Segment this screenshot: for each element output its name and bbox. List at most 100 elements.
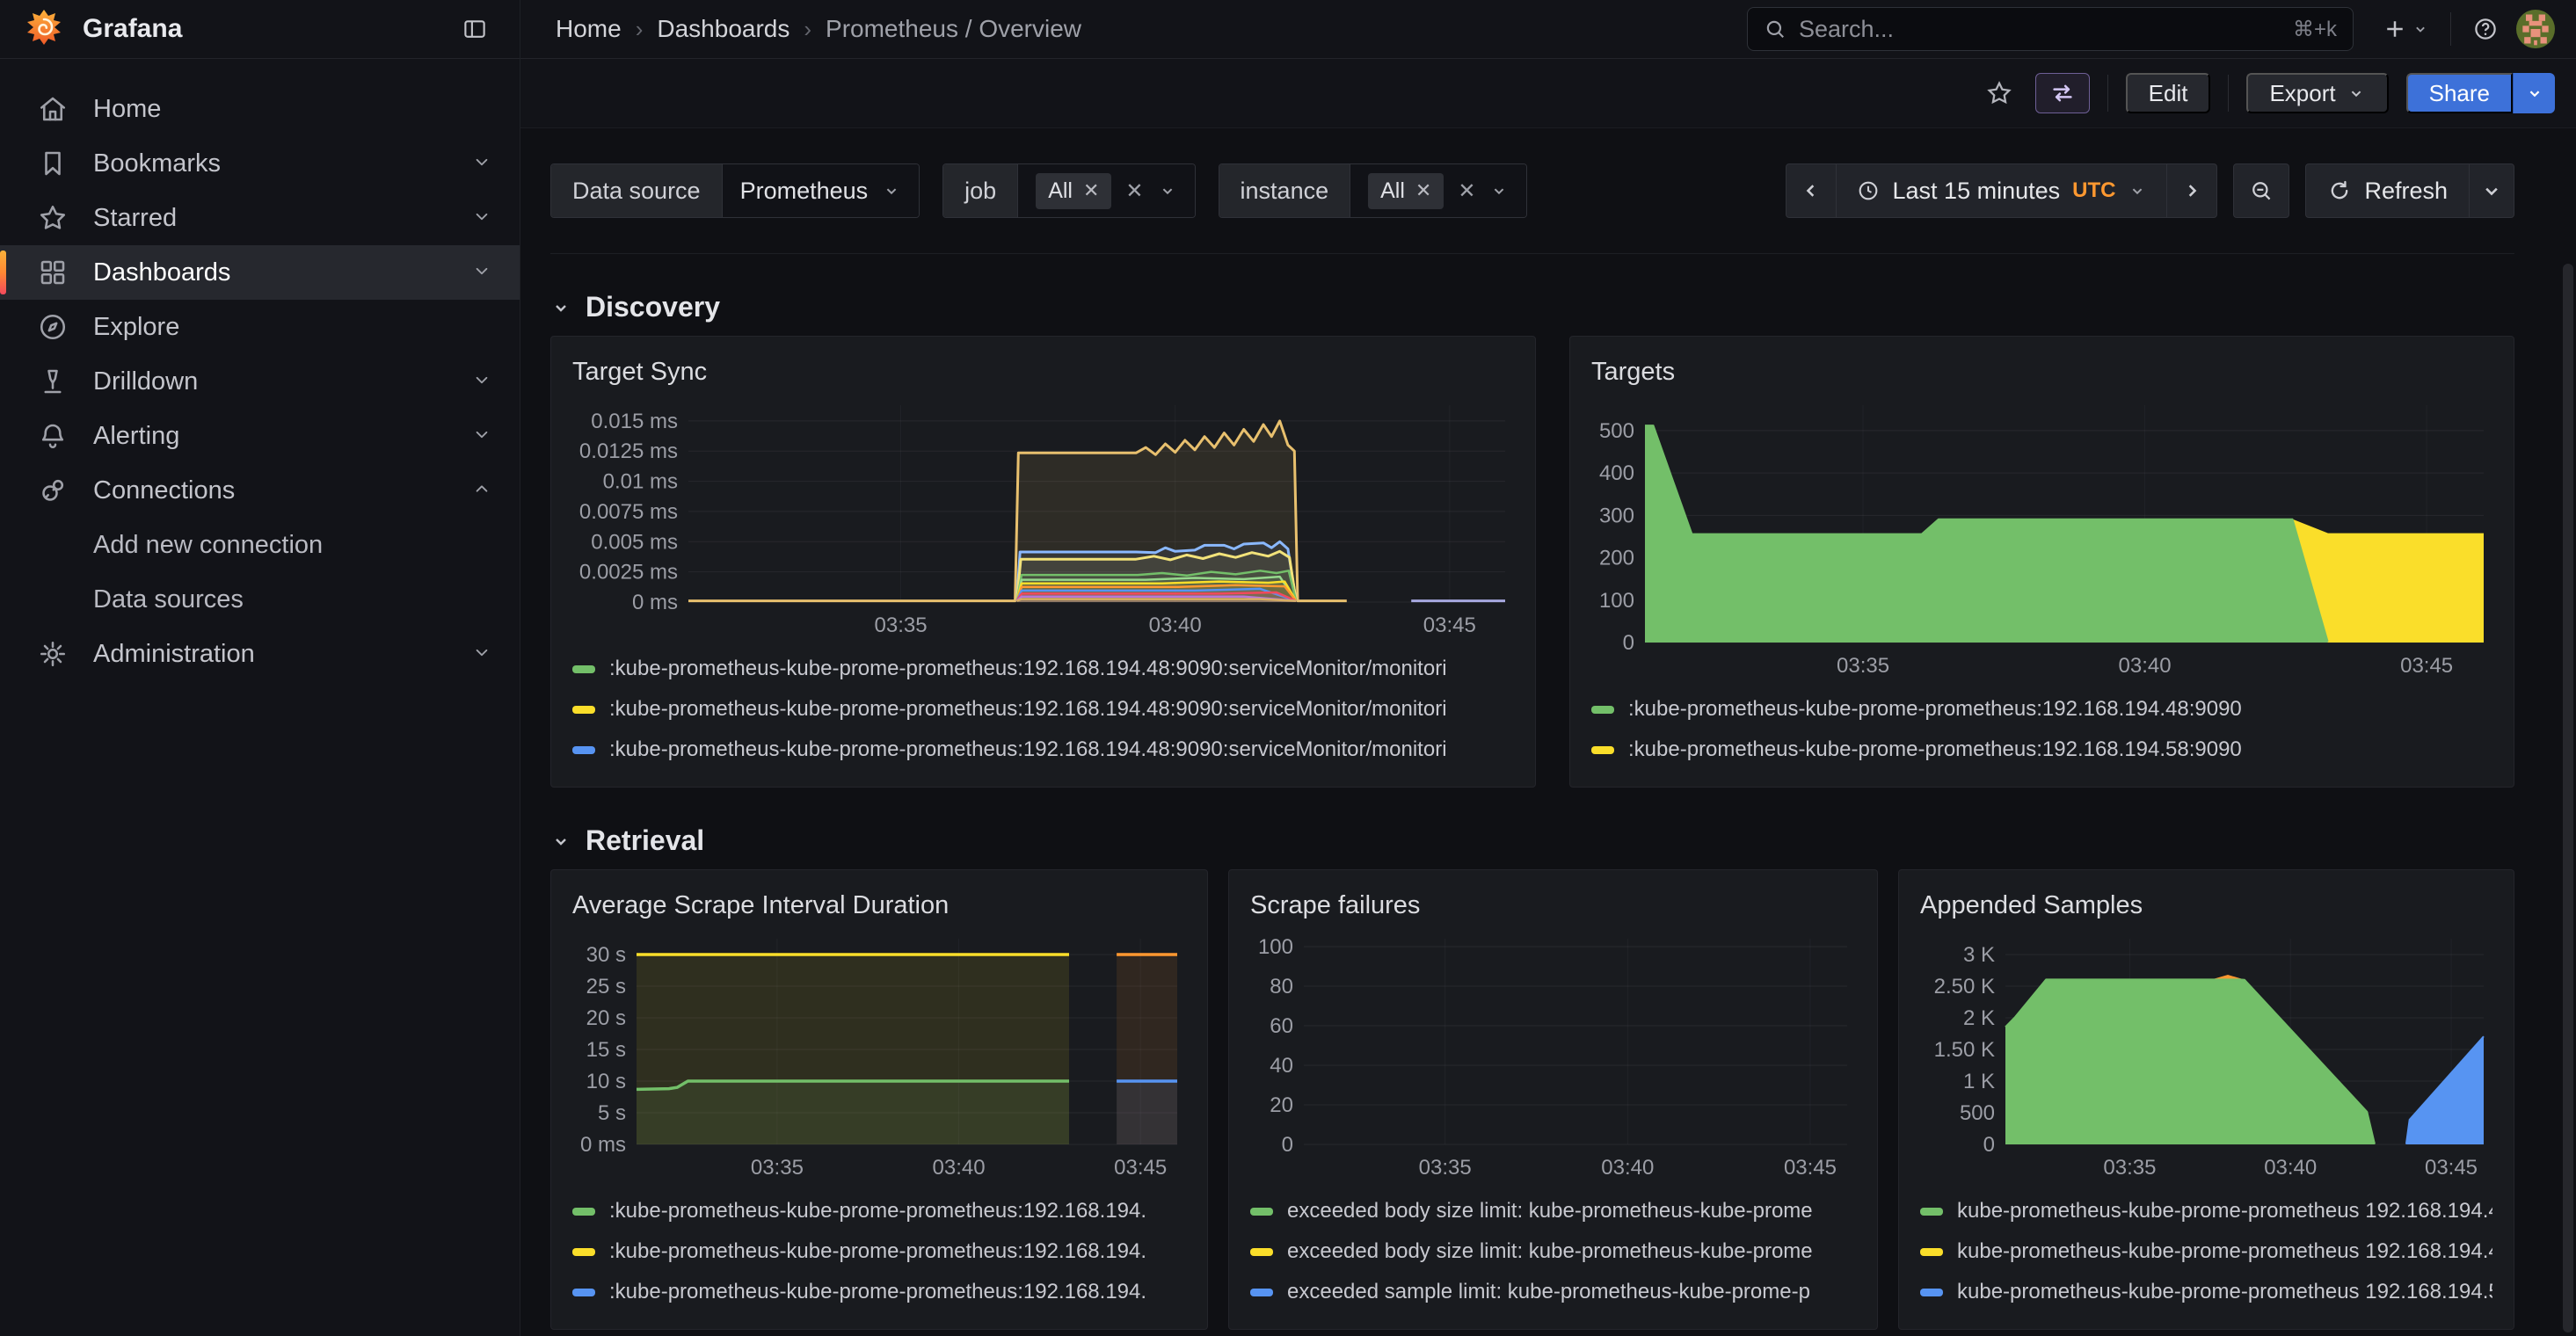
section-header-retrieval[interactable]: Retrieval xyxy=(550,824,2514,857)
compass-icon xyxy=(35,309,70,345)
legend-item[interactable]: :kube-prometheus-kube-prome-prometheus:1… xyxy=(572,1231,1186,1272)
legend-item[interactable]: exceeded body size limit: kube-prometheu… xyxy=(1250,1191,1856,1231)
app-title: Grafana xyxy=(83,14,453,44)
time-range-button[interactable]: Last 15 minutes UTC xyxy=(1836,163,2168,218)
search-input[interactable] xyxy=(1799,16,2293,43)
legend-item[interactable]: :kube-prometheus-kube-prome-prometheus:1… xyxy=(572,1272,1186,1312)
chevron-down-icon[interactable] xyxy=(470,150,493,178)
instance-select[interactable]: All ✕ ✕ xyxy=(1350,164,1526,217)
chevron-down-icon[interactable] xyxy=(470,423,493,450)
chart-avg-scrape-interval[interactable]: 0 ms5 s10 s15 s20 s25 s30 s03:3503:4003:… xyxy=(572,928,1186,1184)
edit-button[interactable]: Edit xyxy=(2126,73,2211,113)
chevron-down-icon[interactable] xyxy=(470,205,493,232)
export-button[interactable]: Export xyxy=(2246,73,2388,113)
help-button[interactable] xyxy=(2463,7,2507,51)
datasource-select[interactable]: Prometheus xyxy=(722,164,920,217)
refresh-interval-button[interactable] xyxy=(2469,163,2514,218)
sidebar-item-add-new-connection[interactable]: Add new connection xyxy=(0,518,520,572)
user-avatar[interactable] xyxy=(2516,10,2555,48)
section-header-discovery[interactable]: Discovery xyxy=(550,291,2514,323)
chart-appended-samples[interactable]: 05001 K1.50 K2 K2.50 K3 K03:3503:4003:45 xyxy=(1920,928,2492,1184)
zoom-out-time-button[interactable] xyxy=(2233,163,2289,218)
refresh-button-group: Refresh xyxy=(2305,163,2514,218)
chevron-down-icon[interactable] xyxy=(470,368,493,396)
legend-item[interactable]: :kube-prometheus-kube-prome-prometheus:1… xyxy=(1591,689,2492,730)
divider xyxy=(2228,75,2229,112)
instance-filter: instance All ✕ ✕ xyxy=(1219,163,1528,218)
legend-item[interactable]: :kube-prometheus-kube-prome-prometheus:1… xyxy=(572,730,1514,770)
star-dashboard-button[interactable] xyxy=(1976,73,2023,113)
panel-title-target-sync[interactable]: Target Sync xyxy=(572,352,1514,391)
sidebar-item-label: Dashboards xyxy=(93,258,470,287)
legend-item[interactable]: :kube-prometheus-kube-prome-prometheus:1… xyxy=(572,689,1514,730)
scrollbar[interactable] xyxy=(2563,264,2573,1332)
grafana-logo-icon[interactable] xyxy=(25,8,63,51)
legend-item[interactable]: :kube-prometheus-kube-prome-prometheus:1… xyxy=(572,1191,1186,1231)
legend-item[interactable]: kube-prometheus-kube-prome-prometheus 19… xyxy=(1920,1231,2492,1272)
dock-sidebar-icon[interactable] xyxy=(453,7,497,51)
panel-title-avg-scrape-interval[interactable]: Average Scrape Interval Duration xyxy=(572,886,1186,925)
old-dashboards-toggle-button[interactable] xyxy=(2035,73,2090,113)
chevron-up-icon[interactable] xyxy=(470,477,493,505)
svg-text:03:40: 03:40 xyxy=(933,1156,986,1180)
legend-item[interactable]: :kube-prometheus-kube-prome-prometheus:1… xyxy=(1591,730,2492,770)
share-button[interactable]: Share xyxy=(2406,73,2513,113)
sidebar-item-drilldown[interactable]: Drilldown xyxy=(0,354,520,409)
time-range-label: Last 15 minutes xyxy=(1893,178,2061,205)
chart-scrape-failures[interactable]: 02040608010003:3503:4003:45 xyxy=(1250,928,1856,1184)
chart-targets[interactable]: 010020030040050003:3503:4003:45 xyxy=(1591,395,2492,682)
breadcrumb-home[interactable]: Home xyxy=(556,15,622,43)
panel-title-appended-samples[interactable]: Appended Samples xyxy=(1920,886,2492,925)
time-shift-forward-button[interactable] xyxy=(2166,163,2217,218)
sidebar-item-home[interactable]: Home xyxy=(0,82,520,136)
clear-filter-icon[interactable]: ✕ xyxy=(1458,178,1475,204)
sidebar-item-starred[interactable]: Starred xyxy=(0,191,520,245)
breadcrumb-dashboards[interactable]: Dashboards xyxy=(657,15,790,43)
breadcrumb-separator: › xyxy=(636,16,644,43)
chart-target-sync[interactable]: 0 ms0.0025 ms0.005 ms0.0075 ms0.01 ms0.0… xyxy=(572,395,1514,642)
share-menu-button[interactable] xyxy=(2513,73,2555,113)
section-title: Retrieval xyxy=(586,824,704,857)
time-shift-back-button[interactable] xyxy=(1786,163,1837,218)
sidebar-item-dashboards[interactable]: Dashboards xyxy=(0,245,520,300)
clear-filter-icon[interactable]: ✕ xyxy=(1125,178,1143,204)
legend-item[interactable]: kube-prometheus-kube-prome-prometheus 19… xyxy=(1920,1272,2492,1312)
legend-item[interactable]: exceeded body size limit: kube-prometheu… xyxy=(1250,1231,1856,1272)
job-value-chip[interactable]: All ✕ xyxy=(1036,173,1111,209)
sidebar-item-explore[interactable]: Explore xyxy=(0,300,520,354)
panel-title-scrape-failures[interactable]: Scrape failures xyxy=(1250,886,1856,925)
dashboard-toolbar: Edit Export Share xyxy=(520,59,2576,128)
job-select[interactable]: All ✕ ✕ xyxy=(1017,164,1194,217)
legend-series-label: exceeded body size limit: kube-prometheu… xyxy=(1287,1199,1813,1223)
job-chip-label: All xyxy=(1048,178,1073,204)
panel-title-targets[interactable]: Targets xyxy=(1591,352,2492,391)
sidebar-item-data-sources[interactable]: Data sources xyxy=(0,572,520,627)
legend-item[interactable]: kube-prometheus-kube-prome-prometheus 19… xyxy=(1920,1191,2492,1231)
sidebar-item-bookmarks[interactable]: Bookmarks xyxy=(0,136,520,191)
chevron-down-icon[interactable] xyxy=(470,641,493,668)
svg-text:0.015 ms: 0.015 ms xyxy=(591,410,678,433)
legend-item[interactable]: exceeded sample limit: kube-prometheus-k… xyxy=(1250,1272,1856,1312)
remove-chip-icon[interactable]: ✕ xyxy=(1083,179,1099,202)
search-shortcut: ⌘+k xyxy=(2293,17,2337,42)
sidebar-item-alerting[interactable]: Alerting xyxy=(0,409,520,463)
refresh-button[interactable]: Refresh xyxy=(2305,163,2470,218)
legend-series-marker xyxy=(572,1248,595,1256)
legend-series-label: :kube-prometheus-kube-prome-prometheus:1… xyxy=(609,697,1447,722)
svg-text:03:45: 03:45 xyxy=(1114,1156,1167,1180)
instance-value-chip[interactable]: All ✕ xyxy=(1368,173,1444,209)
sidebar-item-connections[interactable]: Connections xyxy=(0,463,520,518)
sidebar-item-administration[interactable]: Administration xyxy=(0,627,520,681)
legend-item[interactable]: :kube-prometheus-kube-prome-prometheus:1… xyxy=(572,649,1514,689)
remove-chip-icon[interactable]: ✕ xyxy=(1415,179,1431,202)
share-button-group: Share xyxy=(2406,73,2555,113)
add-new-button[interactable] xyxy=(2373,7,2438,51)
panel-targets: Targets 010020030040050003:3503:4003:45 :k… xyxy=(1569,336,2514,788)
chevron-down-icon xyxy=(2412,20,2429,38)
search-box[interactable]: ⌘+k xyxy=(1747,7,2354,51)
chevron-down-icon xyxy=(1489,181,1509,200)
legend-series-label: :kube-prometheus-kube-prome-prometheus:1… xyxy=(609,737,1447,762)
legend-series-marker xyxy=(572,1289,595,1296)
breadcrumb: Home › Dashboards › Prometheus / Overvie… xyxy=(556,15,1747,43)
chevron-down-icon[interactable] xyxy=(470,259,493,287)
